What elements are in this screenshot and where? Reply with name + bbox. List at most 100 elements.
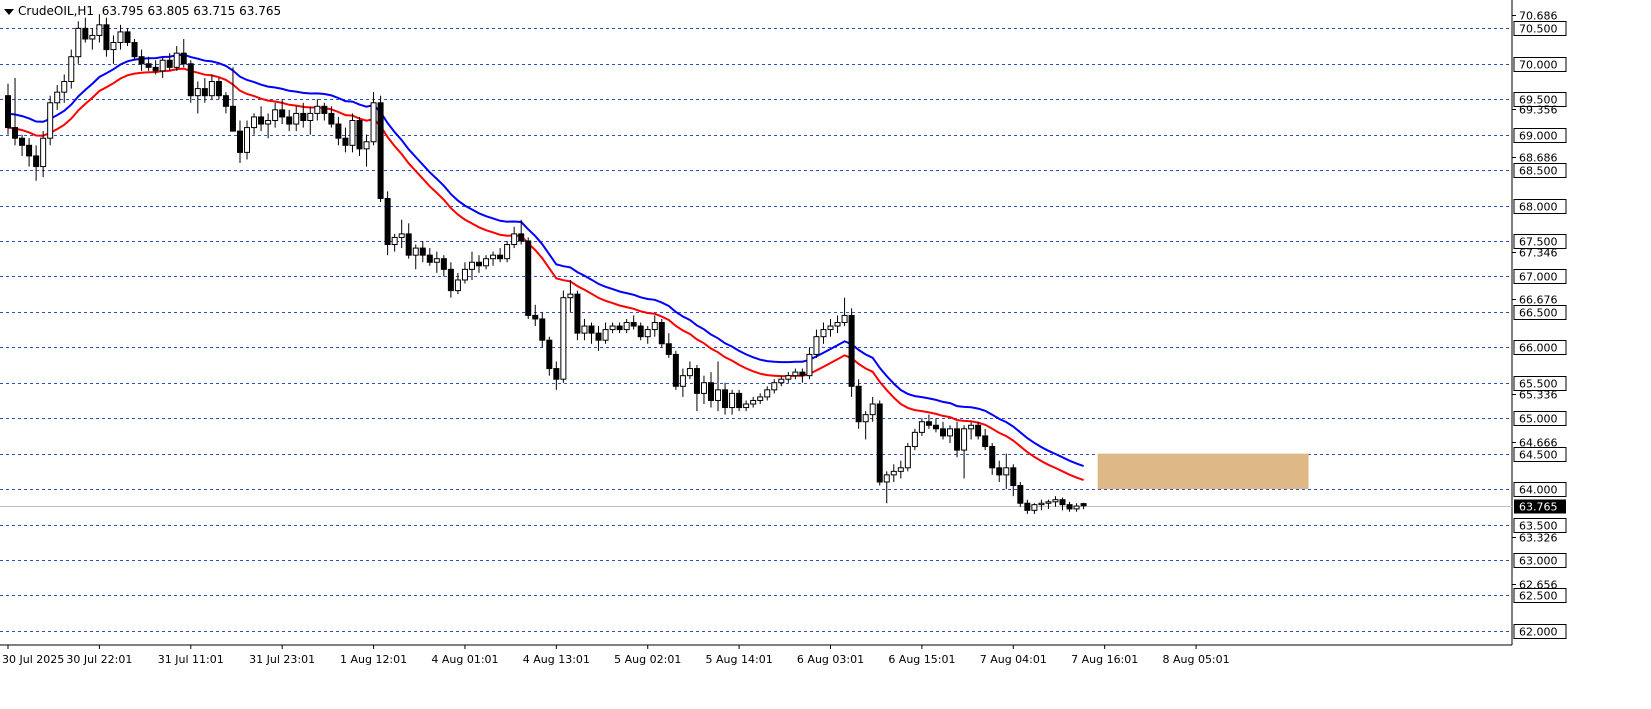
candle <box>314 105 321 114</box>
chart-header: CrudeOIL,H1 63.795 63.805 63.715 63.765 <box>4 4 281 18</box>
candle <box>855 385 862 423</box>
candle <box>251 116 258 129</box>
candle <box>546 339 553 370</box>
candle <box>229 105 236 132</box>
y-tick-label: 68.686 <box>1519 152 1558 165</box>
candle <box>180 52 187 65</box>
price-chart[interactable]: 70.50070.00069.50069.00068.50068.00067.5… <box>0 0 1651 705</box>
candle <box>729 392 736 409</box>
level-label: 69.000 <box>1519 130 1558 143</box>
candle <box>300 112 307 121</box>
level-label: 68.000 <box>1519 201 1558 214</box>
candle <box>708 382 714 401</box>
candle <box>722 389 729 409</box>
candle <box>54 91 61 104</box>
candle <box>1031 504 1038 511</box>
candle <box>904 446 911 469</box>
candle <box>743 403 750 409</box>
x-tick-label: 30 Jul 22:01 <box>66 653 132 666</box>
candle <box>342 137 349 146</box>
candle <box>989 446 996 469</box>
candle <box>335 123 342 139</box>
candle <box>700 382 707 394</box>
candle <box>588 325 595 334</box>
level-label: 66.500 <box>1519 307 1558 320</box>
candle <box>715 389 722 401</box>
candle <box>349 119 356 146</box>
candle <box>307 112 314 121</box>
candle <box>201 88 208 97</box>
candle <box>159 59 166 72</box>
candle <box>651 322 658 331</box>
candle <box>1038 502 1045 506</box>
candle <box>771 382 778 391</box>
candle <box>1045 501 1052 504</box>
candle <box>525 240 532 316</box>
candle <box>398 233 405 238</box>
candle <box>1059 499 1066 506</box>
candle <box>518 233 525 242</box>
symbol-label: CrudeOIL,H1 <box>18 4 95 18</box>
candle <box>686 368 693 377</box>
candle <box>890 470 897 476</box>
candle <box>764 389 771 398</box>
candle <box>925 421 932 426</box>
dropdown-triangle-icon[interactable] <box>4 8 14 15</box>
candle <box>173 52 180 68</box>
candle <box>918 421 925 433</box>
y-tick-label: 69.356 <box>1519 104 1558 117</box>
candle <box>996 467 1003 476</box>
candle <box>693 368 700 394</box>
candle <box>19 137 26 146</box>
candle <box>5 95 11 129</box>
candle <box>47 102 54 139</box>
y-tick-label: 70.686 <box>1519 10 1558 23</box>
candle <box>117 31 124 44</box>
candle <box>1080 503 1087 507</box>
level-label: 65.000 <box>1519 413 1558 426</box>
candle <box>497 254 504 260</box>
ohlc-readout: 63.795 63.805 63.715 63.765 <box>101 4 282 18</box>
candle <box>412 247 419 256</box>
candle <box>911 431 918 448</box>
candle <box>433 258 440 263</box>
candle <box>279 109 286 118</box>
candle <box>1010 467 1017 487</box>
candle <box>33 155 40 168</box>
candle <box>1073 505 1080 510</box>
x-tick-label: 6 Aug 03:01 <box>797 653 864 666</box>
candle <box>1024 502 1031 511</box>
level-label: 70.000 <box>1519 59 1558 72</box>
candle <box>799 371 806 377</box>
candle <box>363 141 370 150</box>
candle <box>356 119 363 150</box>
level-label: 63.000 <box>1519 555 1558 568</box>
candle <box>602 329 609 341</box>
candle <box>750 399 757 405</box>
candle <box>841 314 848 323</box>
candle <box>982 435 989 448</box>
candle <box>96 24 103 36</box>
candle <box>785 375 792 380</box>
candle <box>574 293 581 334</box>
candle <box>476 261 483 267</box>
candle <box>419 247 426 256</box>
candle <box>532 314 539 320</box>
candle <box>391 236 398 246</box>
candle <box>968 424 975 430</box>
candle <box>103 24 110 51</box>
x-tick-label: 7 Aug 16:01 <box>1071 653 1138 666</box>
candle <box>272 109 279 121</box>
y-tick-label: 67.346 <box>1519 247 1558 260</box>
y-tick-label: 64.666 <box>1519 437 1558 450</box>
candle <box>637 325 644 338</box>
candle <box>539 318 546 341</box>
candle <box>68 56 75 83</box>
candle <box>1066 504 1073 510</box>
candle <box>236 130 243 153</box>
candle <box>672 353 679 387</box>
x-tick-label: 7 Aug 04:01 <box>980 653 1047 666</box>
candle <box>454 279 461 292</box>
candle <box>679 375 686 387</box>
candle <box>145 63 152 68</box>
